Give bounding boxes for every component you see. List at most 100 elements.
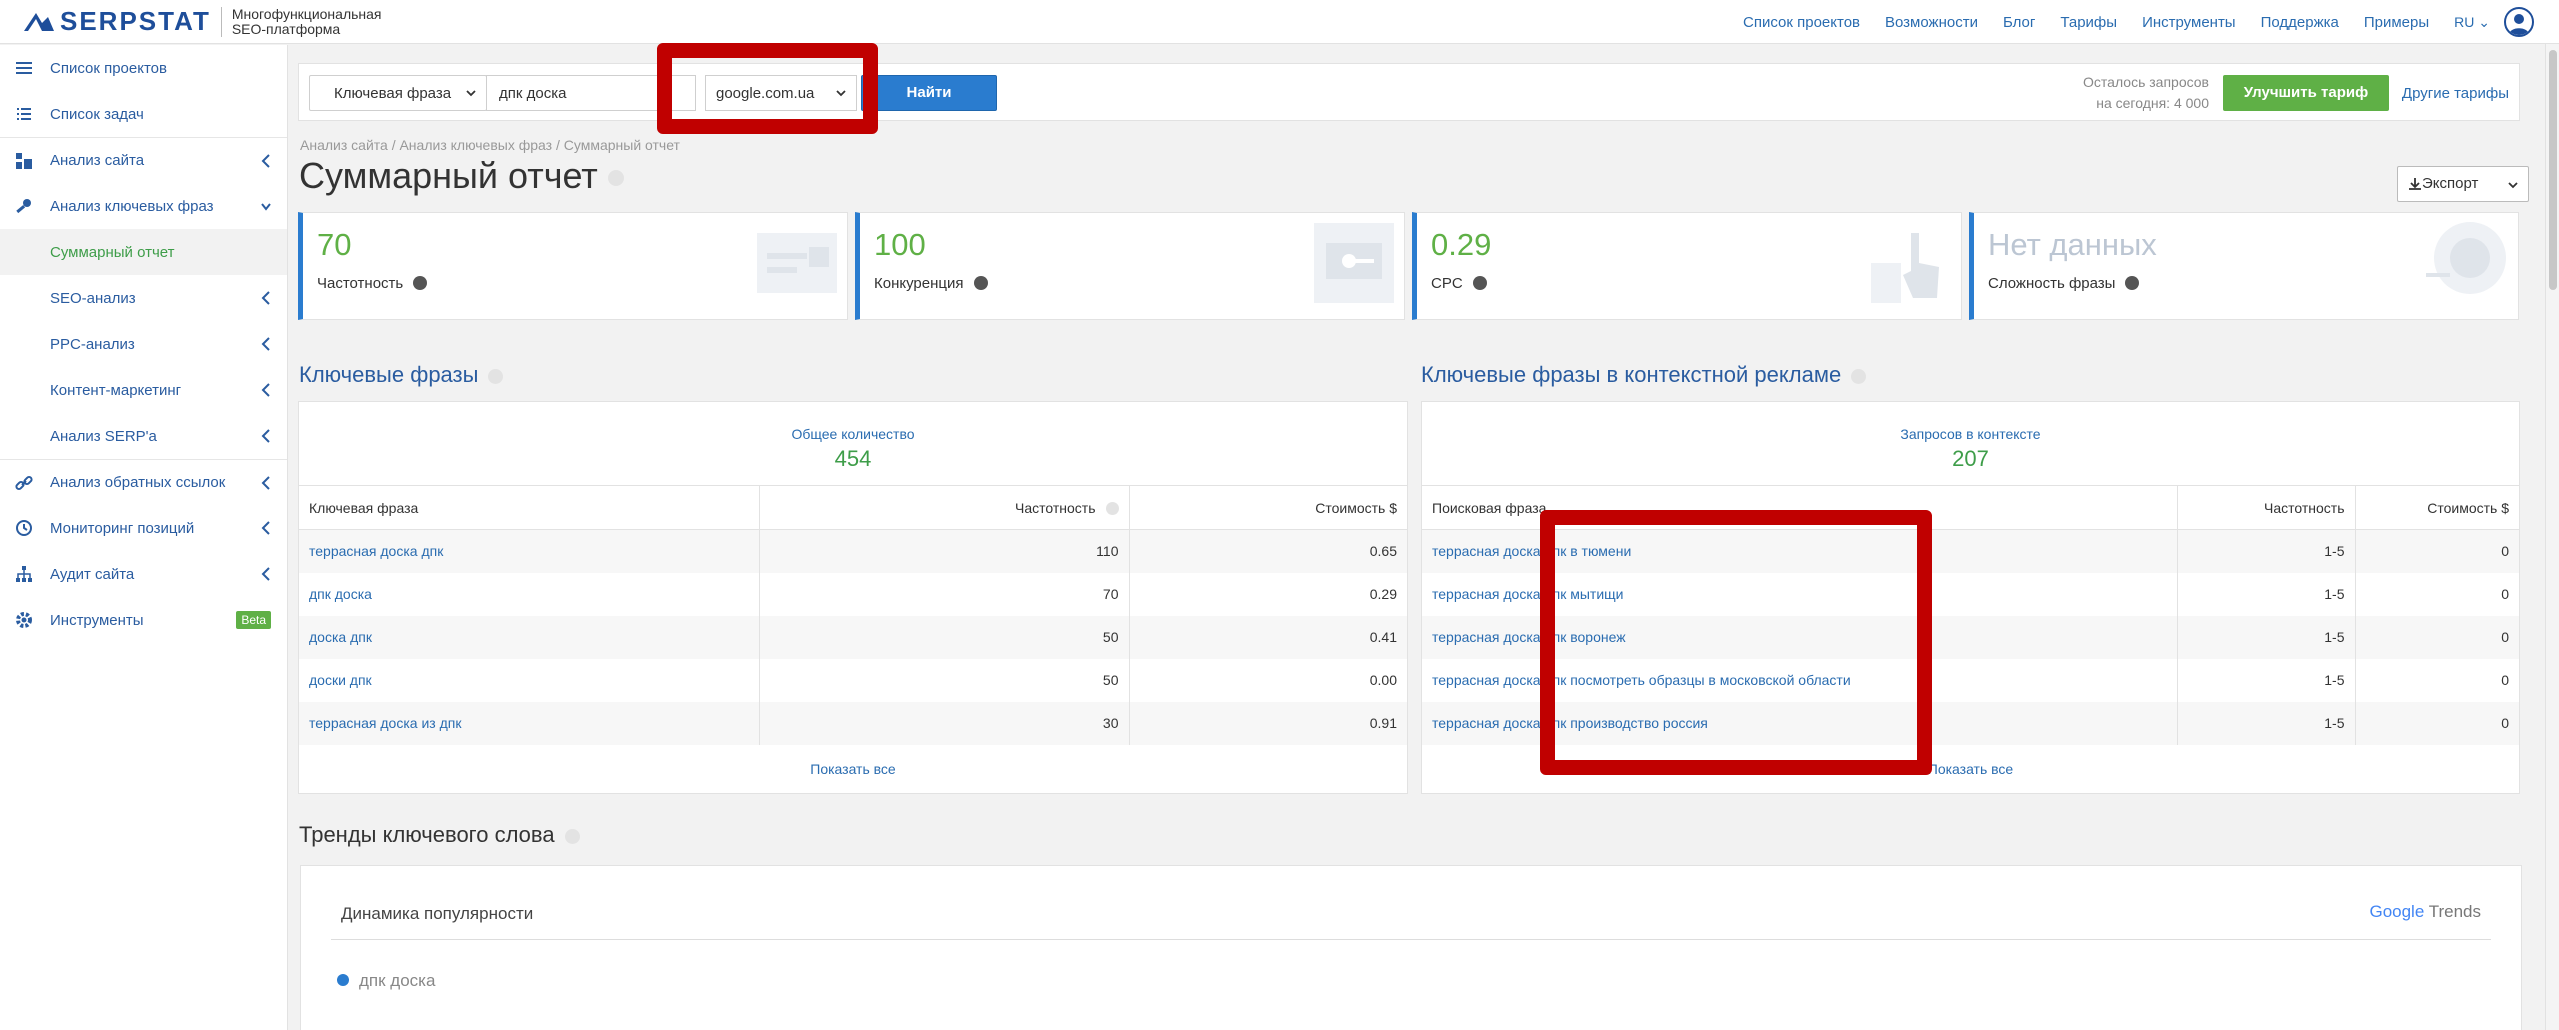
keyword-link[interactable]: доски дпк xyxy=(309,672,372,688)
page-title: Суммарный отчет xyxy=(299,155,624,197)
google-trends-logo: Google Trends xyxy=(2369,902,2481,922)
frequency-cell: 1-5 xyxy=(2177,701,2356,745)
card-value: 70 xyxy=(317,227,352,262)
card-value: Нет данных xyxy=(1988,227,2157,262)
card-value: 0.29 xyxy=(1431,227,1492,262)
ppc-total-label: Запросов в контексте xyxy=(1900,426,2041,442)
info-icon[interactable] xyxy=(973,276,988,290)
table-row: террасная доска дпк 110 0.65 xyxy=(299,529,1407,573)
keyword-link[interactable]: террасная доска дпк xyxy=(309,543,443,559)
sidebar-item-site-audit[interactable]: Аудит сайта xyxy=(0,551,287,597)
topnav-blog[interactable]: Блог xyxy=(2003,14,2035,31)
search-button[interactable]: Найти xyxy=(861,75,997,111)
info-icon[interactable] xyxy=(564,828,580,844)
table-row: доски дпк 50 0.00 xyxy=(299,658,1407,702)
export-button[interactable]: Экспорт xyxy=(2397,166,2529,202)
sidebar-item-label: Анализ ключевых фраз xyxy=(50,197,214,215)
card-label-text: Сложность фразы xyxy=(1988,275,2116,292)
cost-cell: 0 xyxy=(2355,529,2519,573)
keyword-link[interactable]: дпк доска xyxy=(309,586,372,602)
sidebar-item-projects[interactable]: Список проектов xyxy=(0,45,287,91)
chevron-left-icon xyxy=(261,291,270,305)
sidebar-item-label: Список проектов xyxy=(50,59,167,77)
info-icon[interactable] xyxy=(413,276,428,290)
sidebar-item-site-analysis[interactable]: Анализ сайта xyxy=(0,137,287,183)
topnav-tools[interactable]: Инструменты xyxy=(2142,14,2236,31)
main-content: Ключевая фраза дпк доска google.com.ua Н… xyxy=(288,45,2559,1030)
logo[interactable]: SERPSTAT Многофункциональная SEO-платфор… xyxy=(22,6,382,37)
cost-cell: 0 xyxy=(2501,672,2509,688)
sidebar-item-label: Анализ обратных ссылок xyxy=(50,474,226,491)
topnav-features[interactable]: Возможности xyxy=(1885,14,1978,31)
keyword-link[interactable]: доска дпк xyxy=(309,629,372,645)
trends-section-title: Тренды ключевого слова xyxy=(299,822,580,848)
scrollbar[interactable] xyxy=(2545,44,2559,1030)
site-analysis-icon xyxy=(16,153,32,169)
column-frequency[interactable]: Частотность xyxy=(759,485,1130,530)
frequency-cell: 1-5 xyxy=(2177,529,2356,573)
chevron-left-icon xyxy=(261,521,270,535)
menu-icon xyxy=(16,62,32,74)
column-cost[interactable]: Стоимость $ xyxy=(1129,485,1407,530)
card-label-text: Конкуренция xyxy=(874,275,964,292)
card-label-text: Частотность xyxy=(317,275,404,292)
card-label: Конкуренция xyxy=(874,275,988,292)
card-cpc: 0.29 CPC xyxy=(1412,212,1962,320)
sidebar-item-seo-analysis[interactable]: SEO-анализ xyxy=(0,275,287,321)
keywords-panel: Общее количество 454 Ключевая фраза Част… xyxy=(298,401,1408,794)
other-tariffs-link[interactable]: Другие тарифы xyxy=(2402,85,2509,102)
card-value: 100 xyxy=(874,227,926,262)
info-icon[interactable] xyxy=(2125,276,2140,290)
legend-label[interactable]: дпк доска xyxy=(359,971,435,991)
scrollbar-thumb[interactable] xyxy=(2549,50,2557,290)
frequency-cell: 1-5 xyxy=(2177,572,2356,616)
info-icon[interactable] xyxy=(607,170,624,187)
search-type-select[interactable]: Ключевая фраза xyxy=(309,75,487,111)
topnav-tariffs[interactable]: Тарифы xyxy=(2060,14,2117,31)
logo-divider xyxy=(220,6,222,37)
sidebar-item-keyword-analysis[interactable]: Анализ ключевых фраз xyxy=(0,183,287,229)
keyword-link[interactable]: террасная доска из дпк xyxy=(309,715,461,731)
topnav-support[interactable]: Поддержка xyxy=(2261,14,2339,31)
info-icon[interactable] xyxy=(1472,276,1487,290)
sidebar-item-content-marketing[interactable]: Контент-маркетинг xyxy=(0,367,287,413)
trends-section-title-text: Тренды ключевого слова xyxy=(299,822,555,847)
language-selector[interactable]: RU ⌄ xyxy=(2454,14,2490,31)
sidebar-item-summary-report[interactable]: Суммарный отчет xyxy=(0,229,287,275)
breadcrumb[interactable]: Анализ сайта / Анализ ключевых фраз / Су… xyxy=(300,137,680,153)
sidebar-item-backlinks[interactable]: Анализ обратных ссылок xyxy=(0,459,287,505)
info-icon[interactable] xyxy=(1851,368,1867,384)
link-icon xyxy=(15,475,33,491)
keywords-show-all-link[interactable]: Показать все xyxy=(299,761,1407,777)
sitemap-icon xyxy=(16,566,32,582)
logo-subtitle: Многофункциональная SEO-платформа xyxy=(232,6,382,37)
sidebar-item-label: Суммарный отчет xyxy=(50,243,175,261)
export-label: Экспорт xyxy=(2422,175,2479,192)
sidebar-item-label: Анализ SERP'а xyxy=(50,427,157,445)
sidebar-item-tasks[interactable]: Список задач xyxy=(0,91,287,137)
column-keyword[interactable]: Ключевая фраза xyxy=(299,485,760,530)
upgrade-button[interactable]: Улучшить тариф xyxy=(2223,75,2389,111)
sidebar-item-serp-analysis[interactable]: Анализ SERP'а xyxy=(0,413,287,459)
chevron-left-icon xyxy=(261,337,270,351)
sidebar-item-label: PPC-анализ xyxy=(50,335,135,353)
chevron-left-icon xyxy=(261,383,270,397)
top-bar: SERPSTAT Многофункциональная SEO-платфор… xyxy=(0,0,2559,44)
sidebar-item-tools[interactable]: Инструменты Beta xyxy=(0,597,287,643)
user-avatar-icon[interactable] xyxy=(2504,7,2534,37)
sidebar-item-ppc-analysis[interactable]: PPC-анализ xyxy=(0,321,287,367)
topnav-examples[interactable]: Примеры xyxy=(2364,14,2429,31)
trends-panel: Динамика популярности Google Trends дпк … xyxy=(300,865,2522,1030)
chevron-left-icon xyxy=(261,154,270,168)
info-icon[interactable] xyxy=(1105,502,1119,516)
column-frequency[interactable]: Частотность xyxy=(2177,485,2356,530)
page-title-text: Суммарный отчет xyxy=(299,155,598,196)
cost-cell: 0.29 xyxy=(1369,586,1397,602)
frequency-cell: 30 xyxy=(759,701,1130,745)
card-label-text: CPC xyxy=(1431,275,1463,292)
google-trends-suffix: Trends xyxy=(2428,902,2481,921)
sidebar-item-rank-tracking[interactable]: Мониторинг позиций xyxy=(0,505,287,551)
column-cost[interactable]: Стоимость $ xyxy=(2355,485,2519,530)
info-icon[interactable] xyxy=(488,368,504,384)
topnav-projects[interactable]: Список проектов xyxy=(1743,14,1860,31)
